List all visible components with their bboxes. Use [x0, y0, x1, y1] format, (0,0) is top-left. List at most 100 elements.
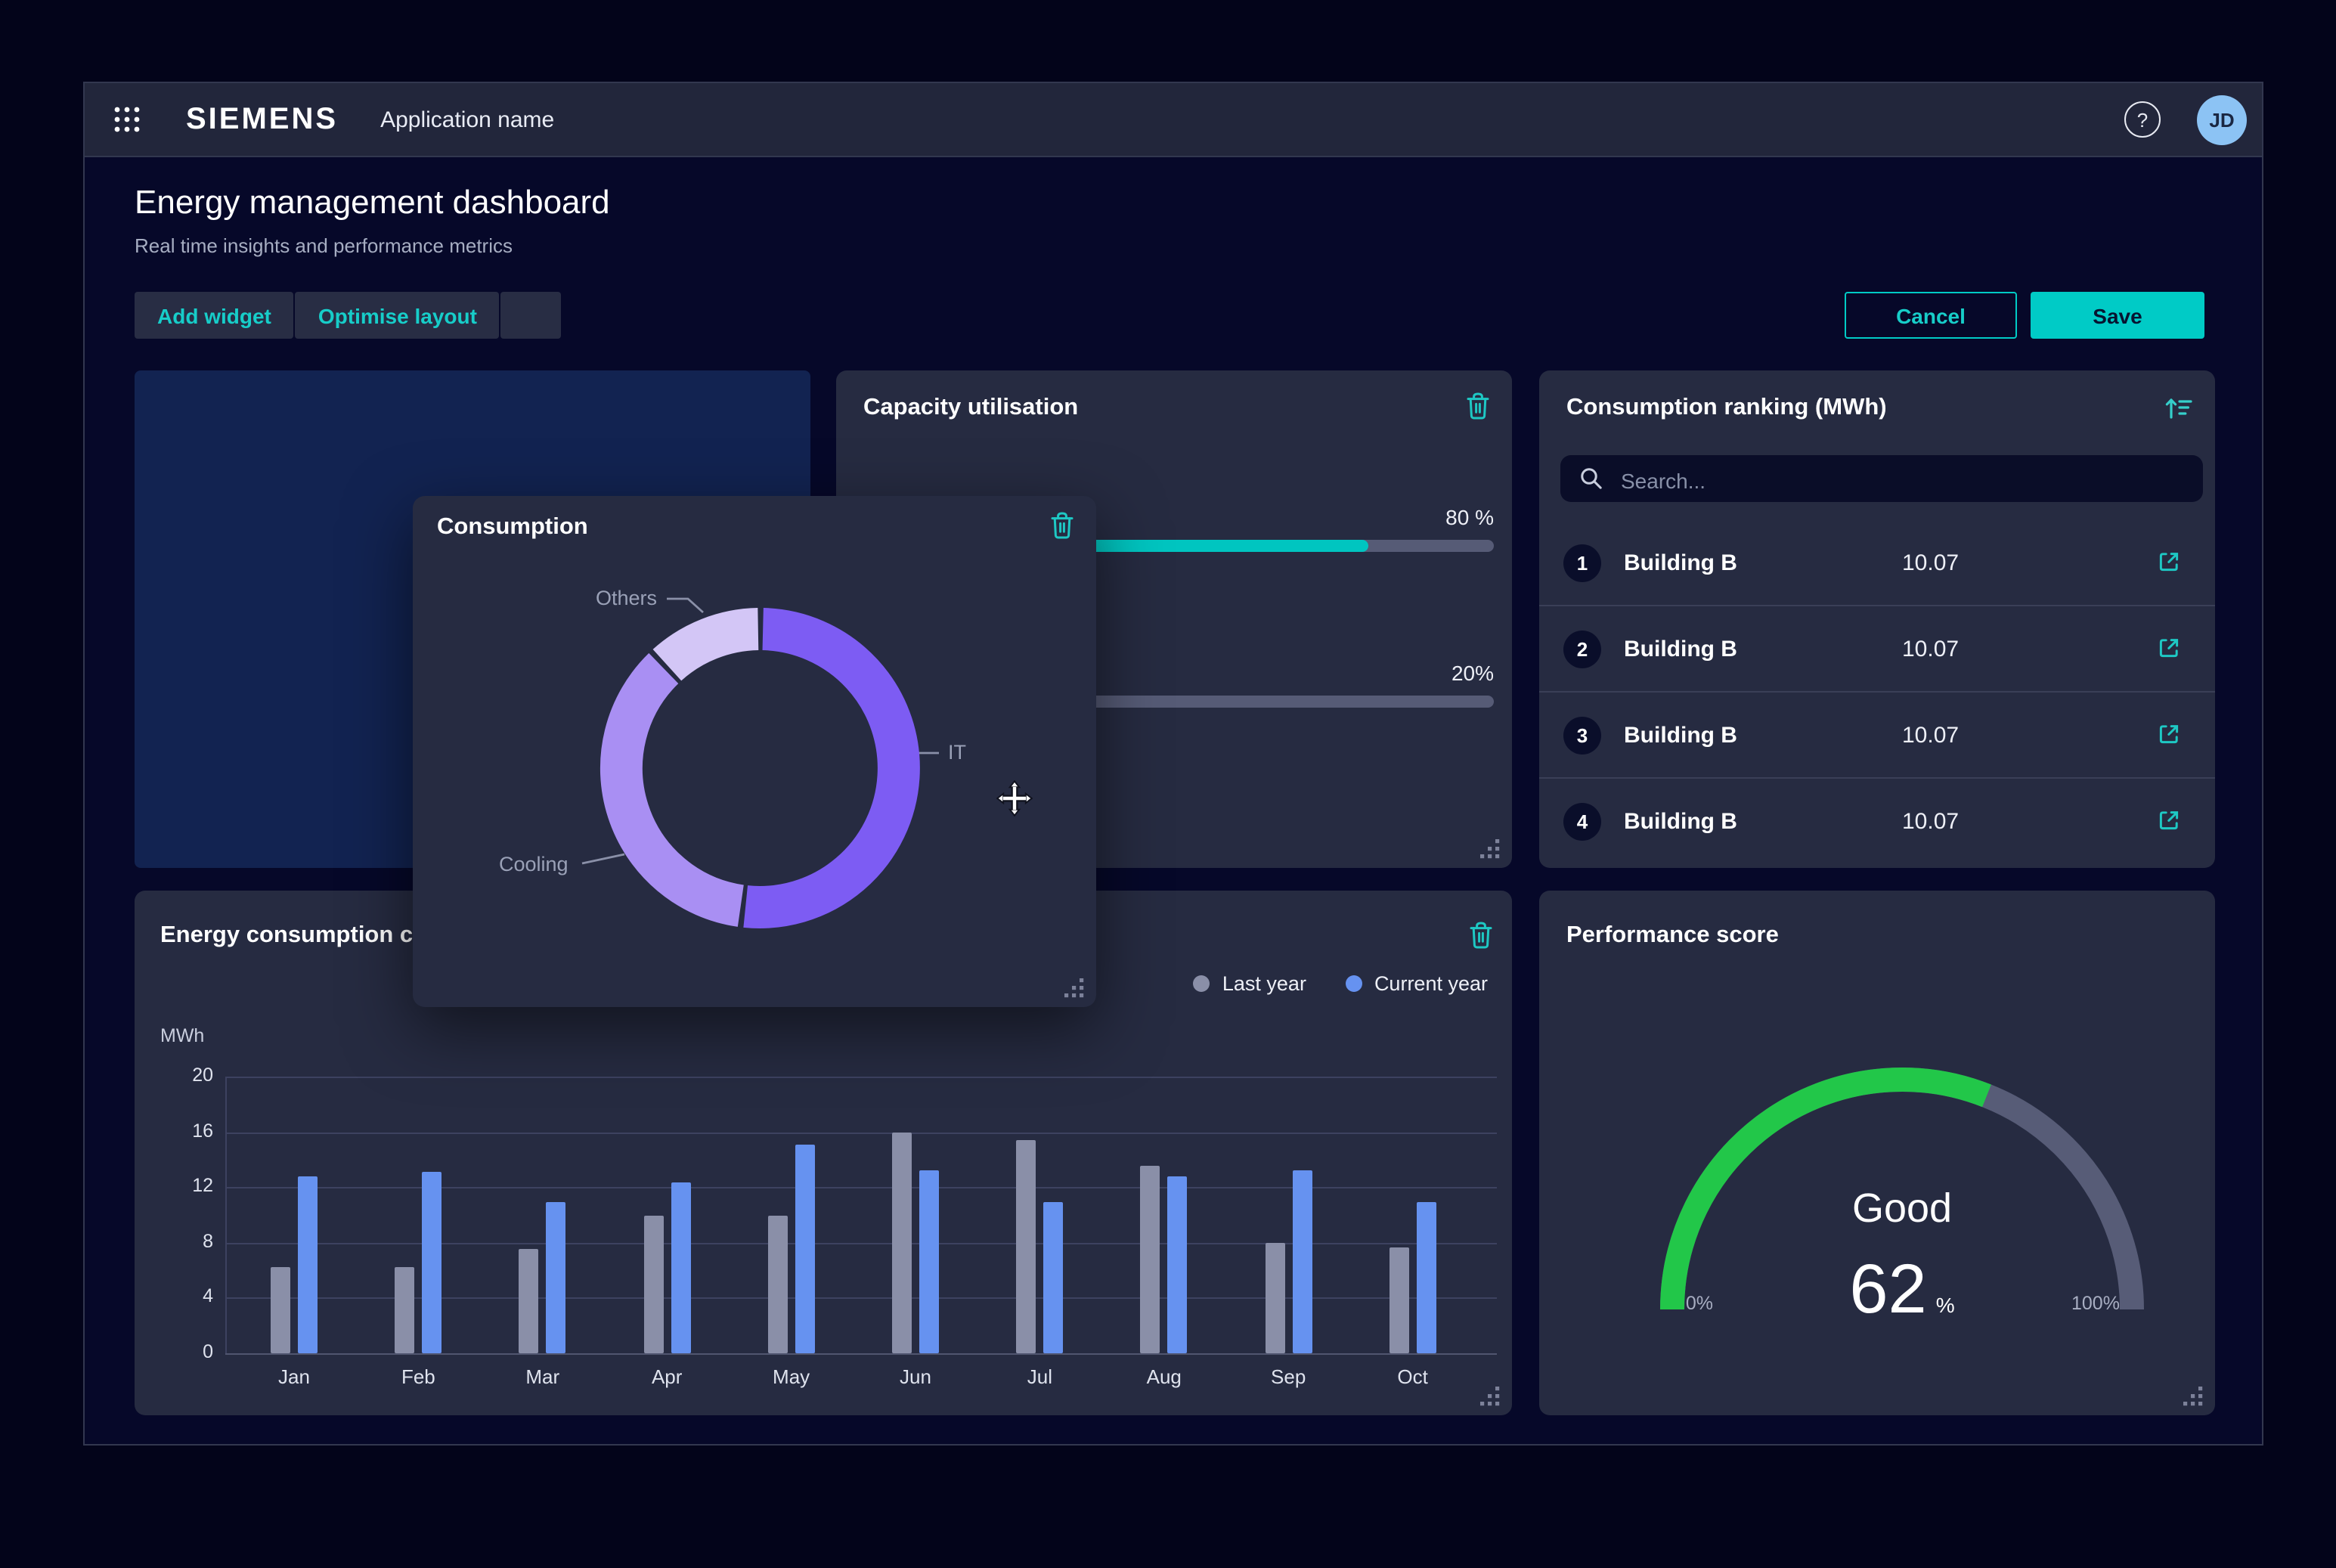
trash-icon[interactable]: [1465, 392, 1491, 420]
bar-current-year-jun: [919, 1170, 939, 1353]
resize-handle[interactable]: [1480, 839, 1500, 859]
save-button[interactable]: Save: [2031, 292, 2204, 339]
bar-last-year-oct: [1390, 1248, 1409, 1353]
x-tick-label: Feb: [373, 1365, 463, 1388]
bar-last-year-jan: [271, 1268, 290, 1353]
toolbar-kebab-icon[interactable]: [501, 292, 562, 339]
cancel-button[interactable]: Cancel: [1845, 292, 2017, 339]
building-name: Building B: [1624, 723, 1737, 748]
consumption-ranking-widget[interactable]: Consumption ranking (MWh) 1 Building B 10.…: [1539, 370, 2215, 868]
sort-ascending-icon[interactable]: [2164, 396, 2194, 420]
screen: SIEMENS Application name ? JD Energy man…: [0, 0, 2336, 1568]
rank-badge: 3: [1563, 717, 1601, 755]
rank-badge: 1: [1563, 544, 1601, 582]
x-tick-label: Jan: [249, 1365, 339, 1388]
gridline: [225, 1132, 1497, 1133]
capacity-row-value: 20%: [1451, 661, 1494, 685]
donut-svg: [413, 496, 1096, 1007]
gauge-score: 62%: [1721, 1247, 2084, 1329]
gridline: [225, 1353, 1497, 1355]
app-launcher-icon[interactable]: [113, 106, 141, 133]
x-tick-label: Aug: [1119, 1365, 1210, 1388]
consumption-value: 10.07: [1902, 550, 1959, 576]
y-tick-label: 16: [156, 1120, 213, 1141]
bar-current-year-mar: [547, 1203, 566, 1353]
gauge-svg: [1539, 891, 2215, 1415]
x-tick-label: Jul: [994, 1365, 1085, 1388]
widget-title: Capacity utilisation: [863, 395, 1078, 422]
bar-last-year-feb: [395, 1268, 414, 1353]
ranking-row: 3 Building B 10.07: [1539, 693, 2215, 779]
y-tick-label: 12: [156, 1175, 213, 1196]
help-icon[interactable]: ?: [2124, 101, 2161, 138]
external-link-icon[interactable]: [2156, 721, 2182, 747]
rank-badge: 4: [1563, 803, 1601, 841]
building-name: Building B: [1624, 809, 1737, 835]
bar-current-year-oct: [1417, 1203, 1436, 1353]
user-avatar[interactable]: JD: [2197, 95, 2247, 144]
gridline: [225, 1077, 1497, 1078]
capacity-row-value: 80 %: [1445, 505, 1494, 529]
donut-segment-cooling: [621, 668, 741, 906]
resize-handle[interactable]: [1480, 1387, 1500, 1406]
donut-segment-it: [745, 629, 899, 907]
optimise-layout-button[interactable]: Optimise layout: [296, 292, 500, 339]
widget-title: Consumption ranking (MWh): [1566, 395, 1887, 422]
bar-current-year-sep: [1292, 1170, 1312, 1353]
consumption-value: 10.07: [1902, 723, 1959, 748]
bar-last-year-may: [768, 1215, 788, 1353]
bar-current-year-jul: [1043, 1203, 1063, 1353]
donut-segment-others: [667, 629, 757, 665]
x-tick-label: Jun: [870, 1365, 961, 1388]
gauge-score-unit: %: [1936, 1293, 1955, 1317]
donut-label-it: IT: [948, 741, 966, 764]
search-input[interactable]: [1618, 455, 2183, 505]
gauge-score-value: 62: [1849, 1249, 1926, 1328]
external-link-icon[interactable]: [2156, 549, 2182, 575]
add-widget-button[interactable]: Add widget: [135, 292, 294, 339]
bar-current-year-aug: [1168, 1176, 1188, 1353]
app-panel: SIEMENS Application name ? JD Energy man…: [83, 82, 2263, 1446]
performance-score-widget[interactable]: Performance score Good 62% 0% 100%: [1539, 891, 2215, 1415]
y-tick-label: 8: [156, 1231, 213, 1252]
y-tick-label: 4: [156, 1286, 213, 1307]
external-link-icon[interactable]: [2156, 635, 2182, 661]
bar-current-year-feb: [422, 1172, 441, 1353]
ranking-rows: 1 Building B 10.07 2 Building B 10.07 3 Buildin…: [1539, 520, 2215, 865]
siemens-logo: SIEMENS: [186, 102, 338, 137]
app-header: SIEMENS Application name ? JD: [85, 83, 2262, 157]
y-axis-line: [225, 1077, 227, 1353]
gauge-min-label: 0%: [1639, 1293, 1760, 1314]
page-subtitle: Real time insights and performance metri…: [135, 234, 513, 257]
bar-last-year-jul: [1016, 1140, 1036, 1353]
donut-label-others: Others: [596, 587, 657, 609]
rank-badge: 2: [1563, 631, 1601, 668]
building-name: Building B: [1624, 637, 1737, 662]
resize-handle[interactable]: [2183, 1387, 2203, 1406]
external-link-icon[interactable]: [2156, 807, 2182, 833]
building-name: Building B: [1624, 550, 1737, 576]
consumption-donut-widget[interactable]: Consumption Others IT Cooling: [413, 496, 1096, 1007]
application-name: Application name: [380, 107, 554, 132]
bar-last-year-mar: [519, 1250, 539, 1353]
gauge-max-label: 100%: [2035, 1293, 2156, 1314]
donut-label-cooling: Cooling: [499, 853, 569, 875]
bar-last-year-apr: [643, 1215, 663, 1353]
ranking-row: 1 Building B 10.07: [1539, 520, 2215, 606]
consumption-value: 10.07: [1902, 637, 1959, 662]
x-tick-label: Apr: [621, 1365, 712, 1388]
bar-current-year-may: [795, 1145, 815, 1353]
consumption-value: 10.07: [1902, 809, 1959, 835]
search-field[interactable]: [1560, 455, 2203, 502]
search-icon: [1579, 466, 1604, 491]
resize-handle[interactable]: [1064, 978, 1084, 998]
x-tick-label: Sep: [1243, 1365, 1334, 1388]
edit-toolbar: Add widget Optimise layout: [135, 292, 562, 339]
x-tick-label: Mar: [497, 1365, 588, 1388]
page-title: Energy management dashboard: [135, 183, 610, 222]
bar-last-year-jun: [892, 1132, 912, 1353]
ranking-row: 2 Building B 10.07: [1539, 606, 2215, 693]
x-tick-label: May: [746, 1365, 837, 1388]
bar-current-year-jan: [298, 1176, 318, 1353]
ranking-row: 4 Building B 10.07: [1539, 779, 2215, 865]
